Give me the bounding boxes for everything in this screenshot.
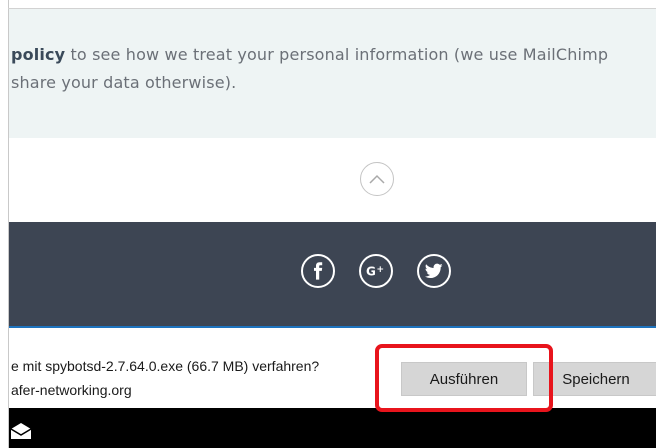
facebook-button[interactable] <box>301 254 335 288</box>
download-source-text: afer-networking.org <box>11 382 132 398</box>
google-plus-button[interactable]: G + <box>359 254 393 288</box>
scroll-to-top-button[interactable] <box>360 162 394 196</box>
download-question-text: e mit spybotsd-2.7.64.0.exe (66.7 MB) ve… <box>11 358 320 374</box>
privacy-line1: to see how we treat your personal inform… <box>65 45 609 64</box>
taskbar-strip <box>9 408 656 448</box>
svg-text:G: G <box>366 265 376 279</box>
privacy-line2: share your data otherwise). <box>11 73 237 92</box>
content-spacer <box>9 138 656 222</box>
window-top-edge <box>8 8 656 9</box>
google-plus-icon: G + <box>366 265 385 279</box>
chevron-up-icon <box>369 174 385 184</box>
browser-viewport: policy to see how we treat your personal… <box>0 0 656 448</box>
save-button[interactable]: Speichern <box>533 362 656 396</box>
facebook-icon <box>314 262 323 280</box>
mail-icon[interactable] <box>10 422 32 440</box>
twitter-button[interactable] <box>417 254 451 288</box>
privacy-policy-link[interactable]: policy <box>11 45 65 64</box>
window-left-edge <box>8 0 9 448</box>
twitter-icon <box>425 263 443 279</box>
run-button[interactable]: Ausführen <box>401 362 527 396</box>
svg-text:+: + <box>377 265 385 275</box>
privacy-notice-text: policy to see how we treat your personal… <box>11 41 656 97</box>
